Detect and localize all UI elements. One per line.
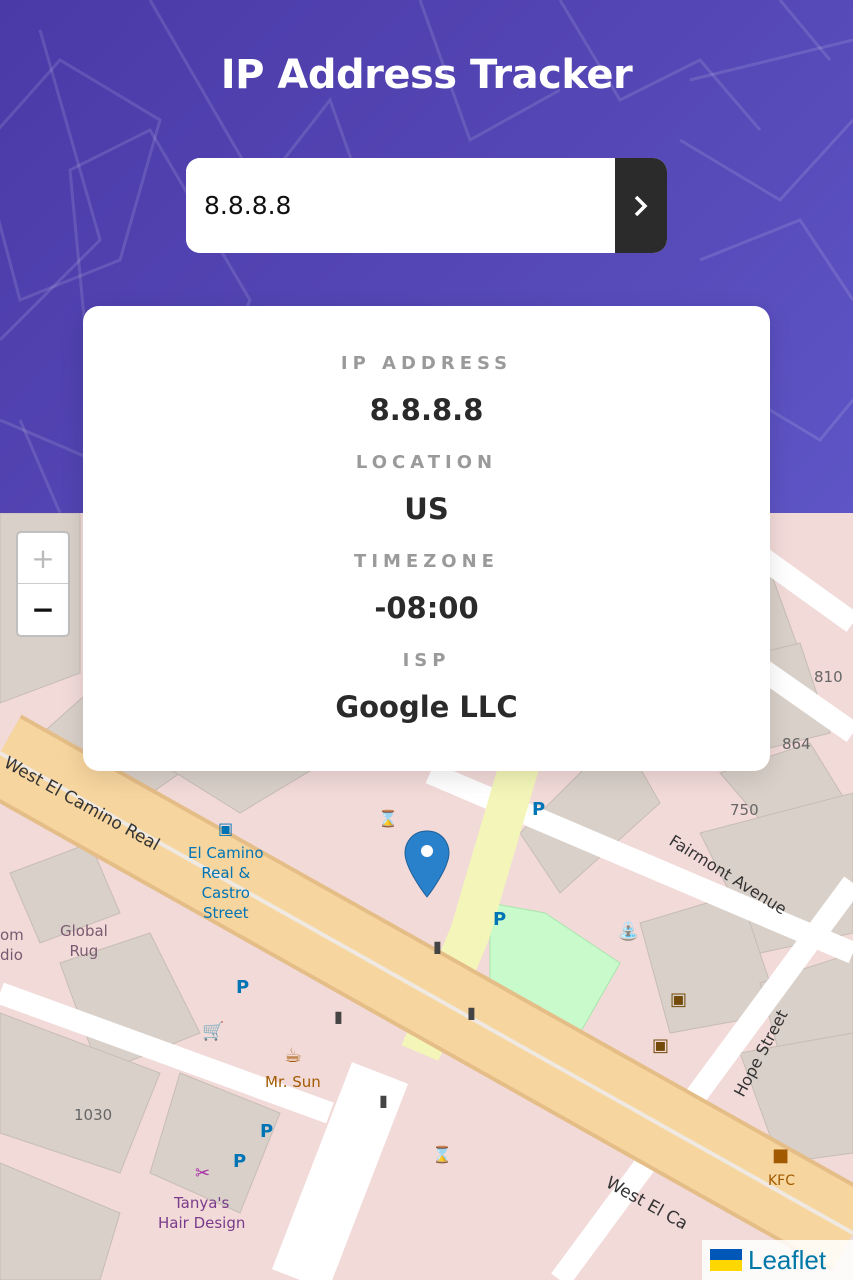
poi-label-line: Tanya's — [173, 1194, 230, 1212]
bus-stop-icon: ▣ — [218, 819, 234, 838]
shopping-cart-icon: 🛒 — [202, 1021, 225, 1042]
ip-search-form — [186, 158, 667, 253]
ip-info-card: IP ADDRESS 8.8.8.8 LOCATION US TIMEZONE … — [83, 306, 770, 771]
poi-partial: om dio — [0, 925, 24, 965]
poi-el-camino-stop: El Camino Real & Castro Street — [188, 843, 264, 923]
poi-label-line: dio — [0, 946, 23, 964]
leaflet-link[interactable]: Leaflet — [748, 1245, 826, 1276]
poi-label-line: Street — [202, 904, 249, 922]
poi-mr-sun: Mr. Sun — [265, 1073, 321, 1091]
page-title: IP Address Tracker — [220, 52, 633, 98]
poi-tanyas-hair-design: Tanya's Hair Design — [158, 1193, 245, 1233]
house-number: 864 — [782, 735, 811, 753]
isp-value: Google LLC — [335, 690, 518, 724]
house-number: 1030 — [74, 1106, 113, 1124]
timezone-label: TIMEZONE — [354, 551, 499, 572]
timezone-value: -08:00 — [374, 591, 479, 625]
ip-address-value: 8.8.8.8 — [369, 393, 484, 427]
ukraine-flag-icon — [710, 1249, 742, 1271]
map-zoom-control: + − — [16, 531, 70, 637]
map-attribution: Leaflet — [702, 1240, 853, 1280]
poi-label-line: om — [0, 926, 24, 944]
poi-label-line: El Camino — [188, 844, 264, 862]
traffic-light-icon: ▮ — [433, 937, 442, 956]
search-submit-button[interactable] — [615, 158, 667, 253]
location-value: US — [404, 492, 449, 526]
fast-food-icon: ■ — [772, 1145, 790, 1166]
traffic-light-icon: ▮ — [334, 1007, 343, 1026]
poi-label-line: Hair Design — [158, 1214, 246, 1232]
fountain-icon: ⛲ — [617, 921, 640, 942]
parking-bicycle-icon: P — [236, 977, 250, 998]
cafe-icon: ☕ — [284, 1043, 302, 1067]
hairdresser-icon: ✂ — [195, 1163, 211, 1184]
parking-bicycle-icon: P — [233, 1151, 247, 1172]
poi-label-line: Real & — [201, 864, 251, 882]
isp-label: ISP — [402, 650, 451, 671]
poi-label-line: Global — [60, 922, 108, 940]
hourglass-icon: ⌛ — [378, 809, 398, 828]
house-number: 810 — [814, 668, 843, 686]
parking-bicycle-icon: P — [532, 799, 546, 820]
house-number: 750 — [730, 801, 759, 819]
poi-label-line: Castro — [201, 884, 250, 902]
bank-icon: ▣ — [652, 1035, 670, 1056]
bank-icon: ▣ — [670, 989, 688, 1010]
location-label: LOCATION — [355, 452, 498, 473]
parking-bicycle-icon: P — [260, 1121, 274, 1142]
poi-kfc: KFC — [768, 1173, 796, 1189]
zoom-out-button[interactable]: − — [18, 584, 68, 635]
hourglass-icon: ⌛ — [432, 1145, 452, 1164]
traffic-light-icon: ▮ — [379, 1091, 388, 1110]
zoom-in-button[interactable]: + — [18, 533, 68, 584]
chevron-right-icon — [634, 195, 648, 216]
ip-search-input[interactable] — [186, 158, 615, 253]
poi-global-rug: Global Rug — [60, 921, 108, 961]
ip-address-label: IP ADDRESS — [340, 353, 513, 374]
traffic-light-icon: ▮ — [467, 1003, 476, 1022]
parking-bicycle-icon: P — [493, 909, 507, 930]
poi-label-line: Rug — [69, 942, 99, 960]
